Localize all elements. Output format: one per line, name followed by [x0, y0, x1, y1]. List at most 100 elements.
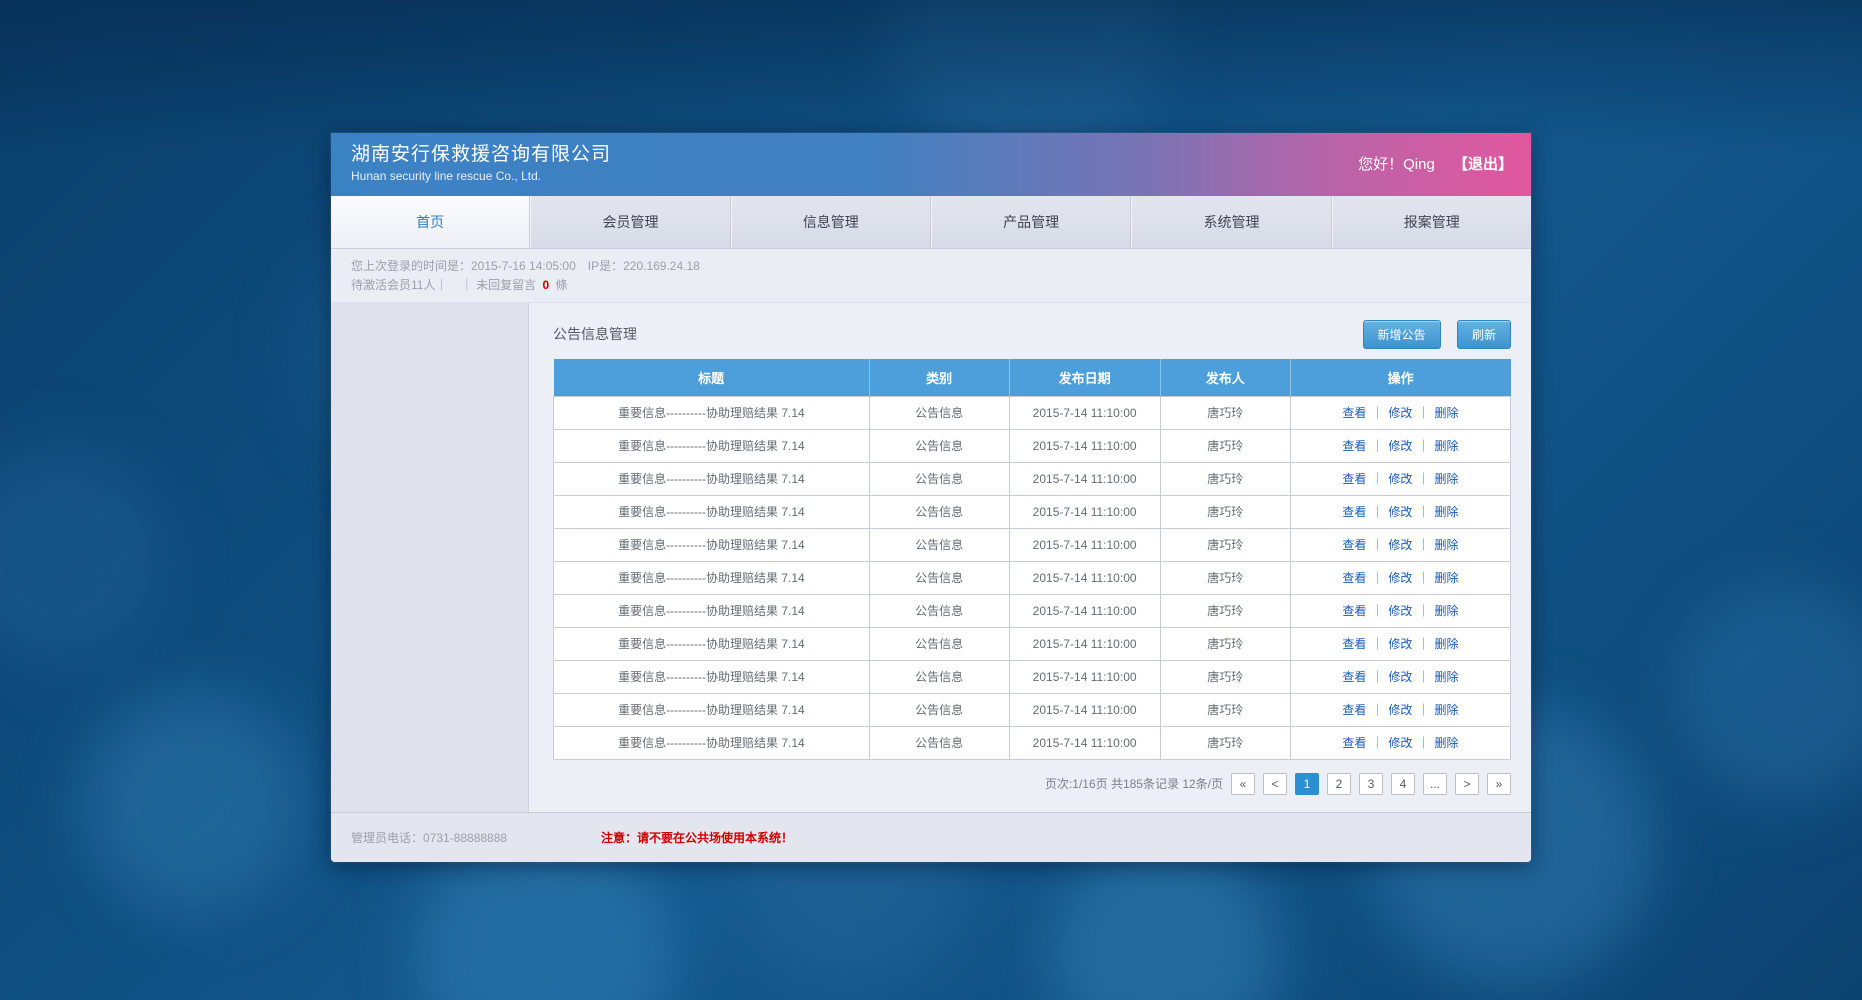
- pending-members-text: 待激活会员11人｜: [351, 278, 447, 292]
- nav-tab-reports[interactable]: 报案管理: [1332, 196, 1531, 248]
- page-button-page-4[interactable]: 4: [1391, 773, 1415, 795]
- cell-date: 2015-7-14 11:10:00: [1009, 462, 1160, 495]
- view-link[interactable]: 查看: [1342, 604, 1366, 618]
- edit-link[interactable]: 修改: [1388, 505, 1412, 519]
- delete-link[interactable]: 删除: [1434, 538, 1458, 552]
- cell-title: 重要信息----------协助理赔结果 7.14: [554, 429, 870, 462]
- cell-date: 2015-7-14 11:10:00: [1009, 660, 1160, 693]
- cell-title: 重要信息----------协助理赔结果 7.14: [554, 693, 870, 726]
- delete-link[interactable]: 删除: [1434, 472, 1458, 486]
- cell-publisher: 唐巧玲: [1160, 396, 1290, 429]
- page-button-page-3[interactable]: 3: [1359, 773, 1383, 795]
- table-row: 重要信息----------协助理赔结果 7.14 公告信息 2015-7-14…: [554, 660, 1511, 693]
- header-date: 发布日期: [1009, 359, 1160, 396]
- delete-link[interactable]: 删除: [1434, 736, 1458, 750]
- nav-tab-products[interactable]: 产品管理: [931, 196, 1131, 248]
- page-button-first[interactable]: «: [1231, 773, 1255, 795]
- top-shade-decoration: [0, 0, 1862, 150]
- table-row: 重要信息----------协助理赔结果 7.14 公告信息 2015-7-14…: [554, 396, 1511, 429]
- delete-link[interactable]: 删除: [1434, 637, 1458, 651]
- nav-tab-system[interactable]: 系统管理: [1131, 196, 1331, 248]
- cell-publisher: 唐巧玲: [1160, 561, 1290, 594]
- cell-title: 重要信息----------协助理赔结果 7.14: [554, 594, 870, 627]
- header-operations: 操作: [1290, 359, 1510, 396]
- cell-category: 公告信息: [869, 462, 1009, 495]
- cell-category: 公告信息: [869, 561, 1009, 594]
- edit-link[interactable]: 修改: [1388, 736, 1412, 750]
- edit-link[interactable]: 修改: [1388, 604, 1412, 618]
- view-link[interactable]: 查看: [1342, 670, 1366, 684]
- page-button-next[interactable]: >: [1455, 773, 1479, 795]
- edit-link[interactable]: 修改: [1388, 406, 1412, 420]
- nav-tab-home[interactable]: 首页: [331, 196, 530, 248]
- user-greeting: 您好！Qing: [1358, 156, 1435, 173]
- company-name: 湖南安行保救援咨询有限公司: [351, 143, 1531, 167]
- link-separator: ｜: [1417, 703, 1429, 717]
- refresh-button[interactable]: 刷新: [1457, 320, 1511, 349]
- edit-link[interactable]: 修改: [1388, 703, 1412, 717]
- table-row: 重要信息----------协助理赔结果 7.14 公告信息 2015-7-14…: [554, 528, 1511, 561]
- delete-link[interactable]: 删除: [1434, 439, 1458, 453]
- table-header-row: 标题 类别 发布日期 发布人 操作: [554, 359, 1511, 396]
- page-button-ellipsis[interactable]: ...: [1423, 773, 1447, 795]
- cell-category: 公告信息: [869, 528, 1009, 561]
- page-button-prev[interactable]: <: [1263, 773, 1287, 795]
- last-login-line: 您上次登录的时间是：2015-7-16 14:05:00 IP是：220.169…: [351, 257, 1531, 276]
- edit-link[interactable]: 修改: [1388, 670, 1412, 684]
- cell-title: 重要信息----------协助理赔结果 7.14: [554, 660, 870, 693]
- delete-link[interactable]: 删除: [1434, 670, 1458, 684]
- view-link[interactable]: 查看: [1342, 406, 1366, 420]
- delete-link[interactable]: 删除: [1434, 505, 1458, 519]
- view-link[interactable]: 查看: [1342, 505, 1366, 519]
- view-link[interactable]: 查看: [1342, 736, 1366, 750]
- cell-date: 2015-7-14 11:10:00: [1009, 693, 1160, 726]
- edit-link[interactable]: 修改: [1388, 637, 1412, 651]
- delete-link[interactable]: 删除: [1434, 406, 1458, 420]
- header-title: 标题: [554, 359, 870, 396]
- edit-link[interactable]: 修改: [1388, 439, 1412, 453]
- cell-date: 2015-7-14 11:10:00: [1009, 627, 1160, 660]
- view-link[interactable]: 查看: [1342, 571, 1366, 585]
- security-notice: 注意：请不要在公共场使用本系统！: [601, 829, 793, 846]
- page-button-page-1[interactable]: 1: [1295, 773, 1319, 795]
- edit-link[interactable]: 修改: [1388, 538, 1412, 552]
- header-publisher: 发布人: [1160, 359, 1290, 396]
- view-link[interactable]: 查看: [1342, 637, 1366, 651]
- page-button-last[interactable]: »: [1487, 773, 1511, 795]
- view-link[interactable]: 查看: [1342, 472, 1366, 486]
- panel-header: 湖南安行保救援咨询有限公司 Hunan security line rescue…: [331, 133, 1531, 196]
- cell-title: 重要信息----------协助理赔结果 7.14: [554, 462, 870, 495]
- cell-operations: 查看｜修改｜删除: [1290, 594, 1510, 627]
- view-link[interactable]: 查看: [1342, 538, 1366, 552]
- delete-link[interactable]: 删除: [1434, 571, 1458, 585]
- add-announcement-button[interactable]: 新增公告: [1363, 320, 1441, 349]
- link-separator: ｜: [1417, 736, 1429, 750]
- link-separator: ｜: [1371, 439, 1383, 453]
- page-title: 公告信息管理: [553, 324, 637, 344]
- table-row: 重要信息----------协助理赔结果 7.14 公告信息 2015-7-14…: [554, 594, 1511, 627]
- nav-tab-members[interactable]: 会员管理: [530, 196, 730, 248]
- cell-publisher: 唐巧玲: [1160, 627, 1290, 660]
- link-separator: ｜: [1417, 571, 1429, 585]
- page-button-page-2[interactable]: 2: [1327, 773, 1351, 795]
- status-bar: 您上次登录的时间是：2015-7-16 14:05:00 IP是：220.169…: [331, 249, 1531, 303]
- view-link[interactable]: 查看: [1342, 439, 1366, 453]
- cell-publisher: 唐巧玲: [1160, 429, 1290, 462]
- delete-link[interactable]: 删除: [1434, 604, 1458, 618]
- delete-link[interactable]: 删除: [1434, 703, 1458, 717]
- edit-link[interactable]: 修改: [1388, 472, 1412, 486]
- logout-button[interactable]: 【退出】: [1453, 156, 1513, 173]
- panel-footer: 管理员电话：0731-88888888 注意：请不要在公共场使用本系统！: [331, 812, 1531, 862]
- edit-link[interactable]: 修改: [1388, 571, 1412, 585]
- cell-publisher: 唐巧玲: [1160, 495, 1290, 528]
- cell-category: 公告信息: [869, 660, 1009, 693]
- cell-category: 公告信息: [869, 693, 1009, 726]
- cell-operations: 查看｜修改｜删除: [1290, 726, 1510, 759]
- link-separator: ｜: [1417, 472, 1429, 486]
- nav-tab-info[interactable]: 信息管理: [731, 196, 931, 248]
- cell-publisher: 唐巧玲: [1160, 462, 1290, 495]
- desktop-background: 湖南安行保救援咨询有限公司 Hunan security line rescue…: [0, 0, 1862, 1000]
- pagination-buttons: « <1234... > »: [1223, 773, 1511, 795]
- cell-date: 2015-7-14 11:10:00: [1009, 396, 1160, 429]
- view-link[interactable]: 查看: [1342, 703, 1366, 717]
